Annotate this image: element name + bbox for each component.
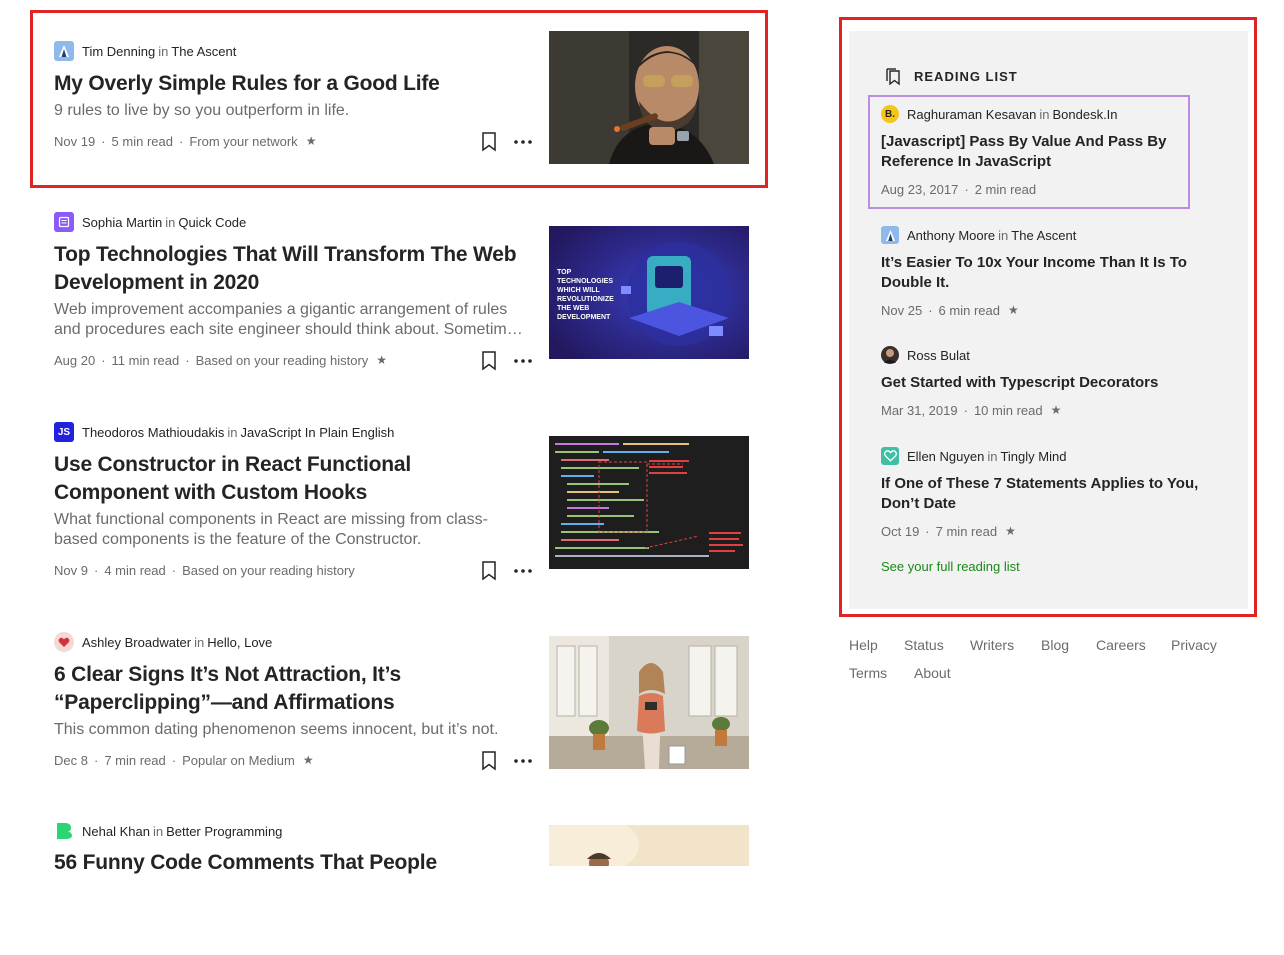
article-meta: Nov 9 · 4 min read · Based on your readi…	[54, 560, 355, 580]
article-title[interactable]: 56 Funny Code Comments That People	[54, 849, 530, 877]
recommendation-reason: Popular on Medium	[182, 752, 295, 768]
recommendation-reason: Based on your reading history	[182, 562, 355, 578]
footer-link-writers[interactable]: Writers	[970, 637, 1014, 653]
more-options-button[interactable]	[512, 560, 534, 582]
more-options-button[interactable]	[512, 750, 534, 772]
in-label: in	[227, 424, 238, 440]
read-time: 4 min read	[104, 562, 166, 578]
article-byline: Sophia Martin in Quick Code	[54, 212, 246, 232]
in-label: in	[152, 823, 164, 839]
ellipsis-icon	[514, 359, 532, 363]
separator-dot: ·	[185, 352, 190, 368]
article-title[interactable]: Top Technologies That Will Transform The…	[54, 241, 530, 297]
article-title[interactable]: 6 Clear Signs It’s Not Attraction, It’s …	[54, 661, 530, 717]
article-card[interactable]: JS Theodoros Mathioudakis in JavaScript …	[54, 422, 749, 581]
separator-dot: ·	[171, 562, 177, 578]
bookmark-icon	[482, 351, 496, 371]
more-options-button[interactable]	[512, 350, 534, 372]
footer-link-blog[interactable]: Blog	[1041, 637, 1069, 653]
javascript-in-plain-english-icon: JS	[54, 422, 74, 442]
article-byline: Nehal Khan in Better Programming	[54, 821, 282, 841]
footer-link-help[interactable]: Help	[849, 637, 878, 653]
article-thumbnail[interactable]	[549, 825, 749, 866]
article-thumbnail[interactable]	[549, 636, 749, 769]
article-thumbnail[interactable]	[549, 436, 749, 569]
ellipsis-icon	[514, 569, 532, 573]
author-link[interactable]: Ashley Broadwater	[82, 635, 191, 650]
bookmark-icon	[482, 561, 496, 581]
read-time: 11 min read	[111, 352, 180, 368]
separator-dot: ·	[93, 752, 99, 768]
article-meta: Dec 8 · 7 min read · Popular on Medium ★	[54, 750, 314, 770]
recommendation-reason: Based on your reading history	[195, 352, 369, 368]
article-subtitle[interactable]: This common dating phenomenon seems inno…	[54, 720, 530, 740]
member-star-icon: ★	[376, 353, 388, 367]
quick-code-icon	[54, 212, 74, 232]
author-link[interactable]: Nehal Khan	[82, 824, 150, 839]
separator-dot: ·	[101, 352, 106, 368]
author-link[interactable]: Theodoros Mathioudakis	[82, 425, 224, 440]
bookmark-button[interactable]	[480, 350, 498, 372]
bookmark-icon	[482, 751, 496, 771]
article-meta: Aug 20 · 11 min read · Based on your rea…	[54, 350, 387, 370]
article-byline: Ashley Broadwater in Hello, Love	[54, 632, 272, 652]
separator-dot: ·	[171, 752, 177, 768]
article-subtitle[interactable]: What functional components in React are …	[54, 510, 530, 550]
footer-link-status[interactable]: Status	[904, 637, 944, 653]
article-card[interactable]: Ashley Broadwater in Hello, Love 6 Clear…	[54, 632, 749, 771]
footer-link-terms[interactable]: Terms	[849, 665, 887, 681]
article-byline: JS Theodoros Mathioudakis in JavaScript …	[54, 422, 394, 442]
in-label: in	[194, 634, 205, 650]
footer-link-privacy[interactable]: Privacy	[1171, 637, 1217, 653]
highlight-box-purple	[868, 95, 1190, 209]
footer-link-careers[interactable]: Careers	[1096, 637, 1146, 653]
ellipsis-icon	[514, 759, 532, 763]
article-date: Nov 9	[54, 562, 88, 578]
separator-dot: ·	[93, 562, 99, 578]
article-thumbnail[interactable]: TOP TECHNOLOGIES WHICH WILL REVOLUTIONIZ…	[549, 226, 749, 359]
member-star-icon: ★	[302, 753, 314, 767]
better-programming-icon	[54, 821, 74, 841]
publication-link[interactable]: Quick Code	[178, 215, 246, 230]
article-card[interactable]: Sophia Martin in Quick Code Top Technolo…	[54, 212, 749, 371]
author-link[interactable]: Sophia Martin	[82, 215, 162, 230]
highlight-box-red	[30, 10, 768, 188]
publication-link[interactable]: JavaScript In Plain English	[240, 425, 394, 440]
bookmark-button[interactable]	[480, 750, 498, 772]
article-date: Aug 20	[54, 352, 96, 368]
heart-icon	[54, 632, 74, 652]
article-date: Dec 8	[54, 752, 88, 768]
article-subtitle[interactable]: Web improvement accompanies a gigantic a…	[54, 300, 530, 340]
article-title[interactable]: Use Constructor in React Functional Comp…	[54, 451, 530, 507]
in-label: in	[165, 214, 176, 230]
publication-link[interactable]: Better Programming	[166, 824, 282, 839]
article-card[interactable]: Nehal Khan in Better Programming 56 Funn…	[54, 821, 749, 955]
publication-link[interactable]: Hello, Love	[207, 635, 272, 650]
footer-link-about[interactable]: About	[914, 665, 951, 681]
bookmark-button[interactable]	[480, 560, 498, 582]
read-time: 7 min read	[104, 752, 166, 768]
thumbnail-caption: TOP TECHNOLOGIES WHICH WILL REVOLUTIONIZ…	[557, 269, 614, 321]
